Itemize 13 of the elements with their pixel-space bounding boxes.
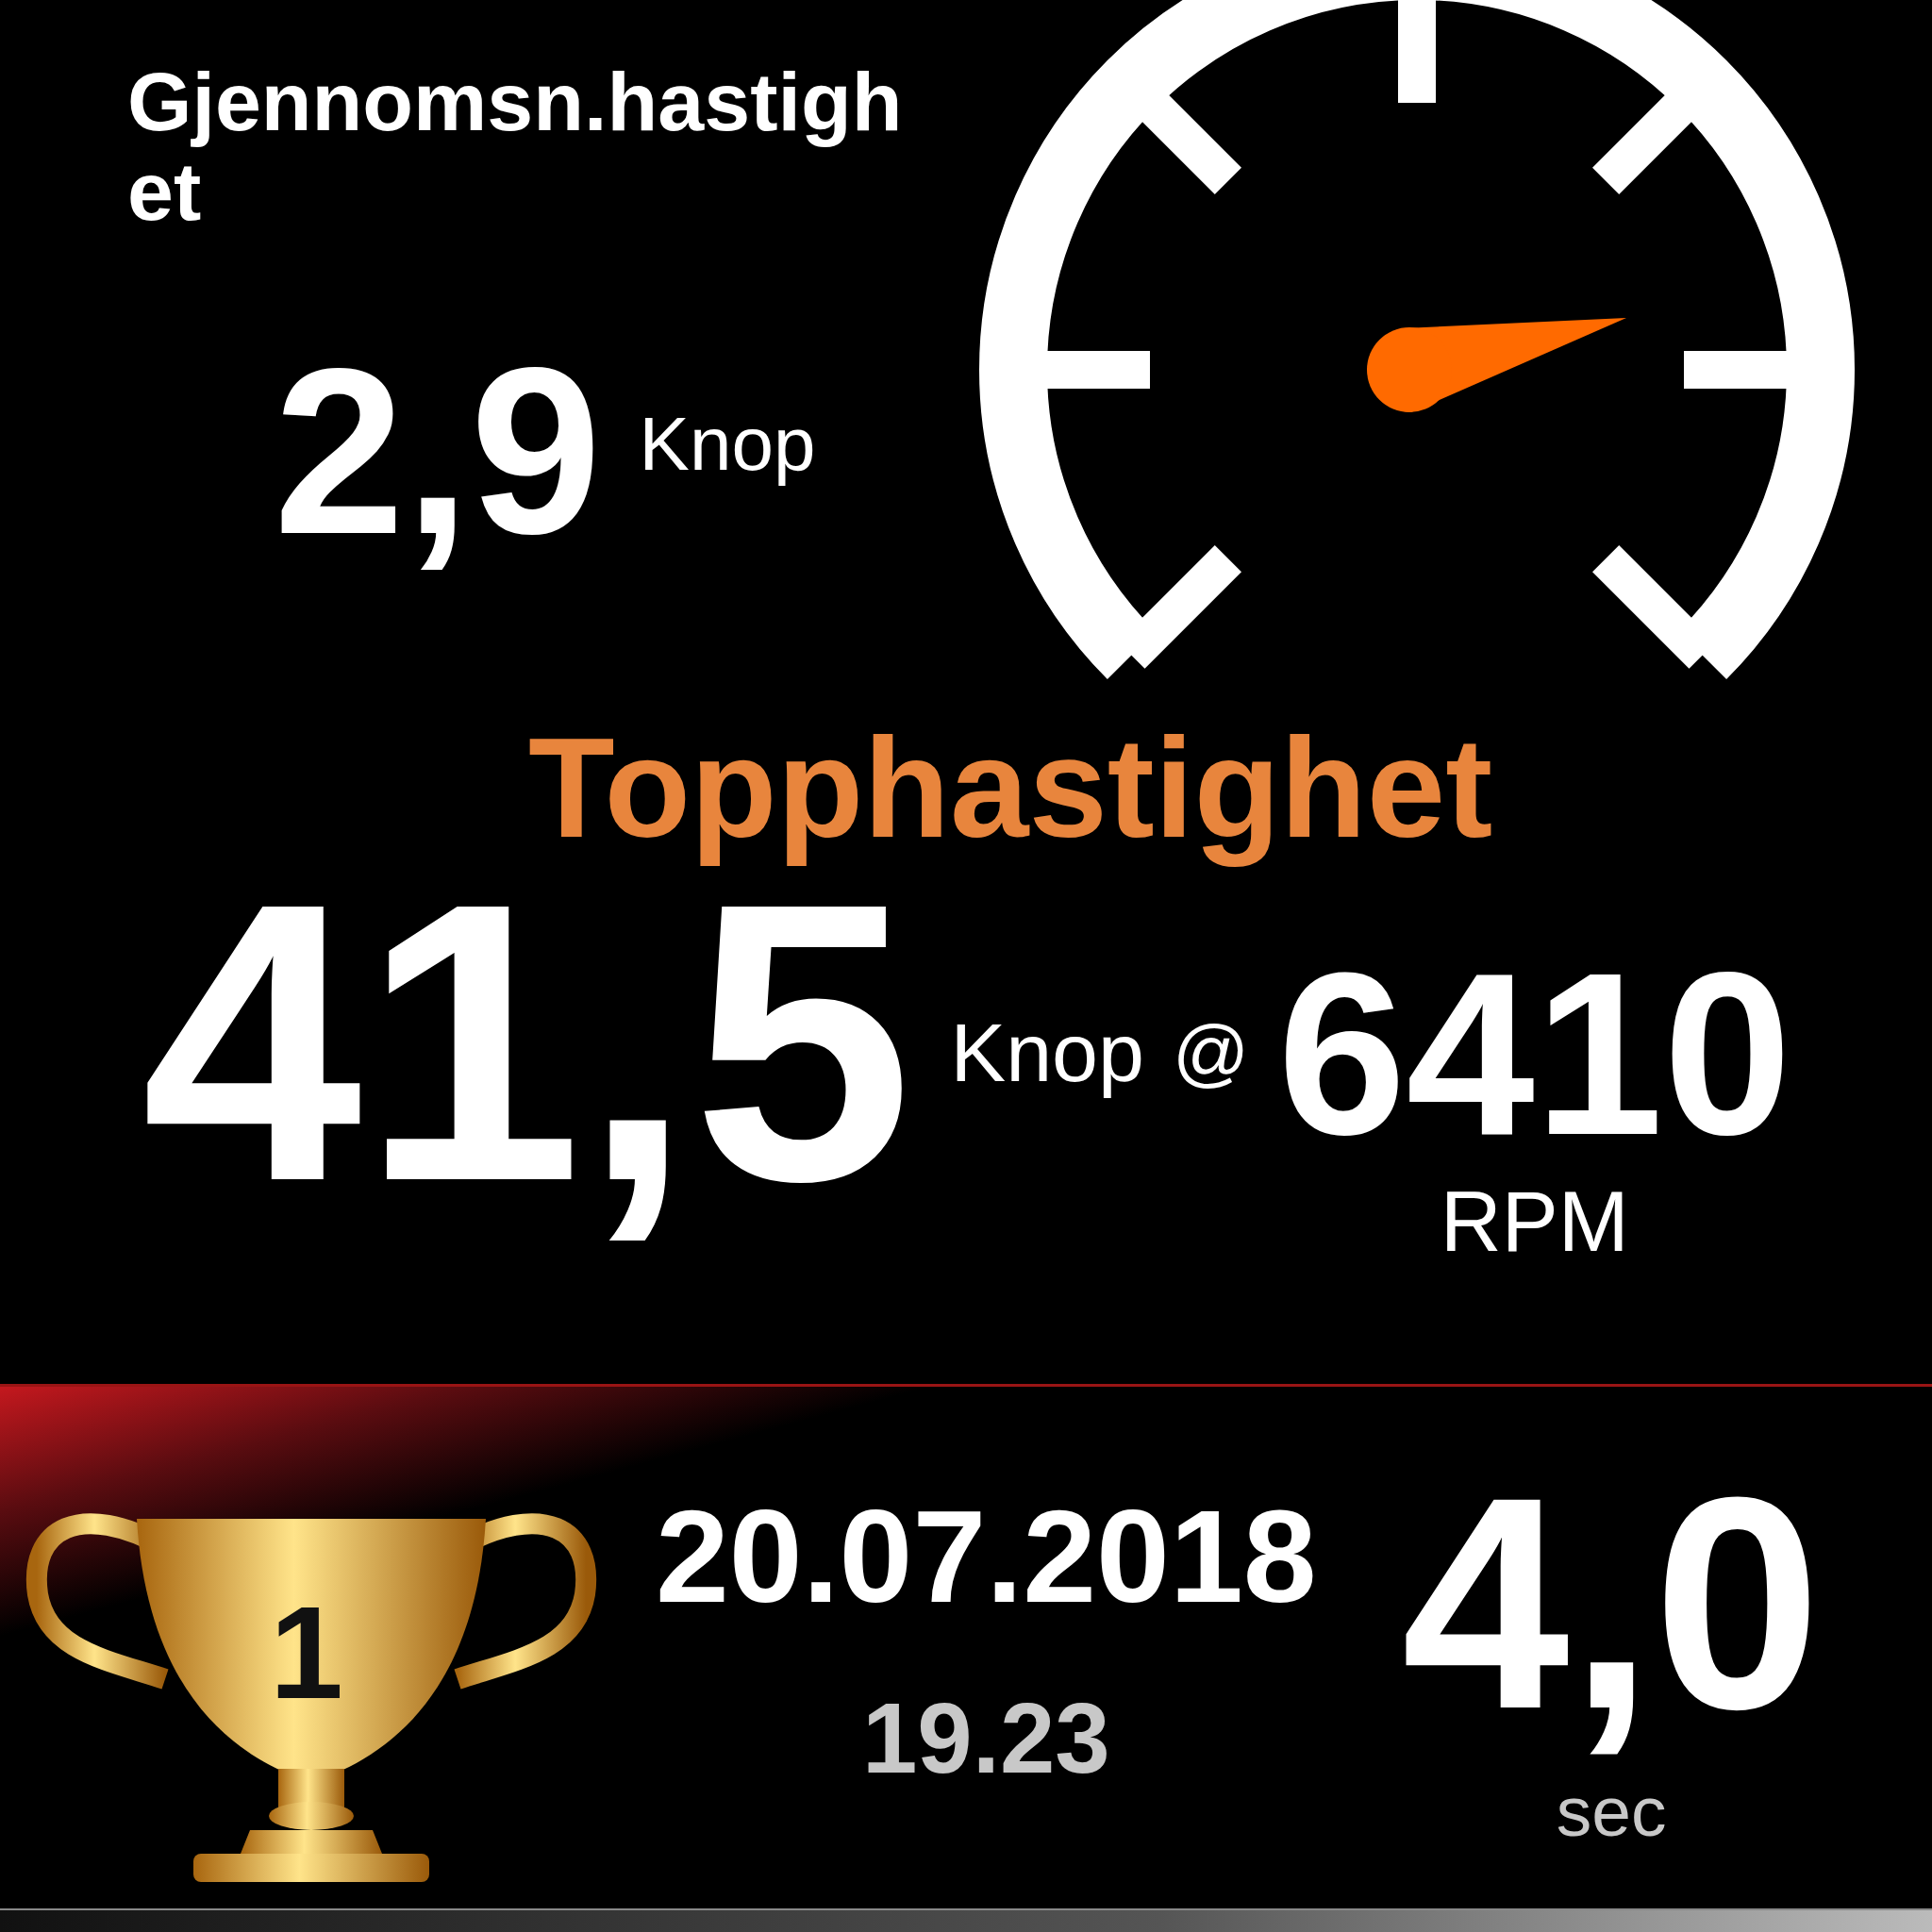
rank-number: 1	[270, 1578, 343, 1726]
average-speed-value: 2,9	[274, 319, 602, 586]
record-unit: sec	[1556, 1776, 1667, 1847]
trophy-icon	[25, 1513, 597, 1882]
speed-unit: Knop	[639, 401, 816, 489]
record-date: 20.07.2018	[656, 1491, 1317, 1623]
rpm-value: 6410	[1277, 939, 1792, 1170]
record-value: 4,0	[1401, 1433, 1822, 1774]
at-sign: @	[1173, 1009, 1250, 1096]
speed-unit: Knop	[950, 1005, 1144, 1101]
average-speed-label: Gjennomsn.hastighet	[127, 57, 904, 237]
rpm-unit: RPM	[1440, 1179, 1629, 1264]
record-time: 19.23	[861, 1689, 1110, 1788]
